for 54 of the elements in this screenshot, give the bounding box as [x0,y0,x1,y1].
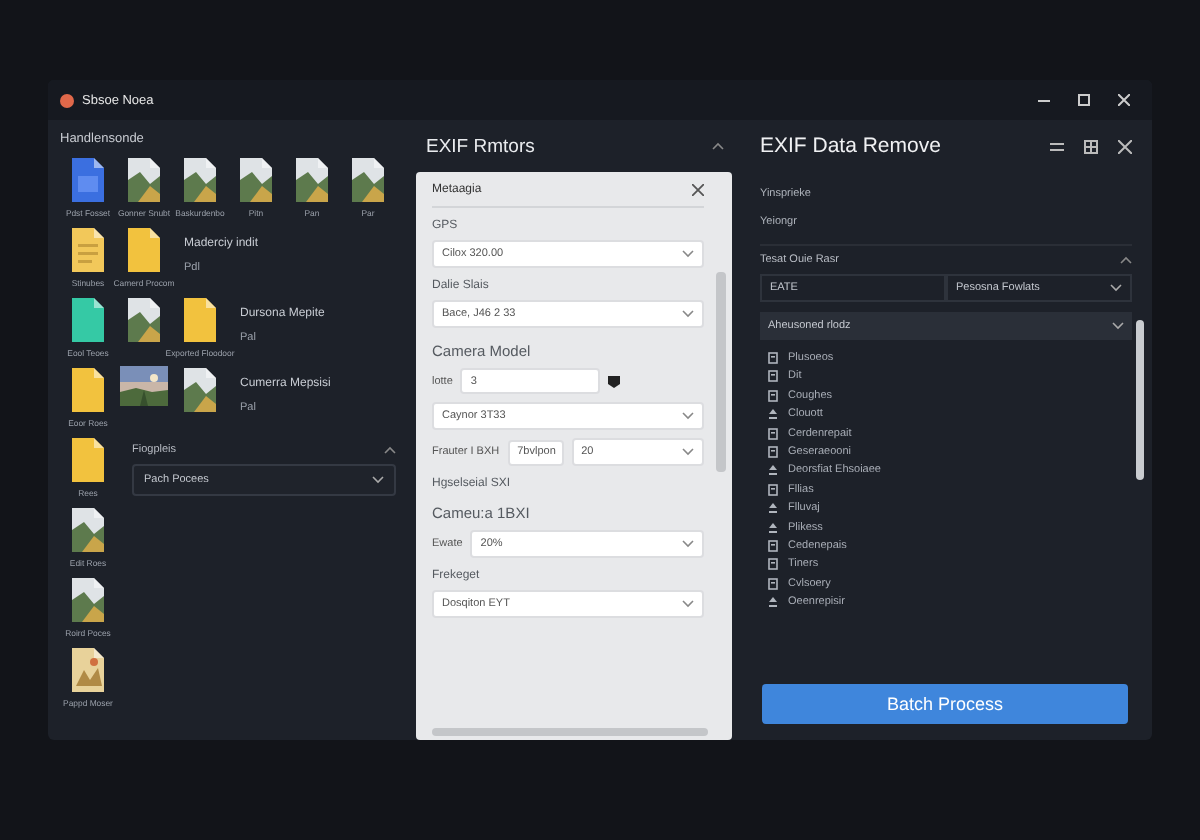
upload-icon [768,521,778,534]
image-file-icon[interactable] [126,156,162,204]
document-icon [768,558,778,571]
panel-title: EXIF Data Remove [760,134,943,158]
document-icon [768,352,778,364]
close-icon[interactable] [692,184,704,196]
document-icon[interactable] [126,226,162,274]
image-file-icon[interactable] [294,156,330,204]
image-file-icon[interactable] [70,576,106,624]
document-icon[interactable] [70,156,106,204]
document-icon[interactable] [70,296,106,344]
document-icon[interactable] [70,366,106,414]
upload-icon [768,502,778,515]
document-icon [768,370,778,383]
image-file-icon[interactable] [70,646,106,694]
image-file-icon[interactable] [182,366,218,414]
scrollbar[interactable] [716,272,726,472]
document-icon[interactable] [70,436,106,484]
batch-process-button[interactable]: Batch Process [762,684,1128,724]
close-icon[interactable] [1118,139,1132,153]
document-icon [768,427,778,440]
document-icon [768,577,778,590]
chevron-icon [682,310,694,318]
chevron-icon [372,476,384,484]
document-icon[interactable] [182,296,218,344]
upload-icon [768,408,778,421]
chevron-icon [1110,284,1122,292]
upload-icon [768,596,778,609]
tag-icon[interactable] [608,375,621,387]
document-icon [768,483,778,496]
scrollbar[interactable] [432,728,708,736]
document-icon[interactable] [70,226,106,274]
image-file-icon[interactable] [238,156,274,204]
chevron-icon [682,600,694,608]
image-file-icon[interactable] [182,156,218,204]
image-file-icon[interactable] [70,506,106,554]
chevron-icon [1112,322,1124,330]
chevron-icon [682,540,694,548]
image-file-icon[interactable] [350,156,386,204]
app-icon [60,93,74,107]
menu-icon[interactable] [1050,141,1064,151]
minimize-icon[interactable] [1038,94,1050,106]
image-file-icon[interactable] [126,296,162,344]
document-icon [768,539,778,552]
document-icon [768,445,778,458]
chevron-icon [682,448,694,456]
chevron-icon [682,250,694,258]
document-icon [768,389,778,402]
grid-icon[interactable] [1084,139,1098,153]
scrollbar[interactable] [1136,320,1144,480]
upload-icon [768,464,778,477]
maximize-icon[interactable] [1078,94,1090,106]
chevron-icon [682,412,694,420]
panel-title: EXIF Rmtors [426,135,535,157]
